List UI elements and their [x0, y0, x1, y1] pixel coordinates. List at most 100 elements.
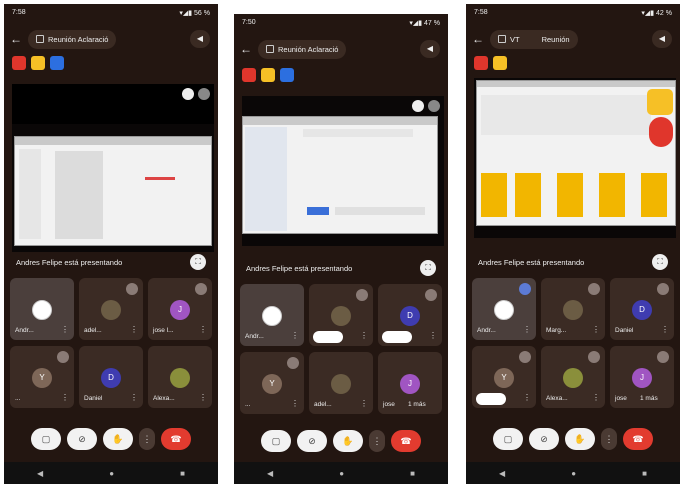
top-bar: ← Reunión Aclaració ◀: [234, 36, 448, 62]
participant-tile[interactable]: J jose 1 más: [610, 346, 674, 408]
meeting-title-pill[interactable]: Reunión Aclaració: [258, 39, 347, 59]
nav-recent-icon[interactable]: ■: [180, 469, 185, 478]
app-red-icon[interactable]: [12, 56, 26, 70]
avatar: J: [170, 300, 190, 320]
more-options-icon[interactable]: ⋮: [130, 325, 138, 334]
more-icon[interactable]: ⋮: [369, 430, 385, 452]
participant-tile[interactable]: Y ... ⋮: [10, 346, 74, 408]
more-options-icon[interactable]: ⋮: [199, 393, 207, 402]
nav-back-icon[interactable]: ◀: [37, 469, 43, 478]
participant-name: jose l...: [153, 327, 174, 334]
screen-share-area[interactable]: [12, 84, 214, 252]
more-options-icon[interactable]: ⋮: [61, 393, 69, 402]
status-icons: ▾◢▮ 42 %: [641, 10, 672, 17]
mic-off-icon[interactable]: ⊘: [529, 428, 559, 450]
fullscreen-icon[interactable]: ⛶: [652, 254, 668, 270]
nav-home-icon[interactable]: ●: [339, 469, 344, 478]
end-call-icon[interactable]: ☎: [623, 428, 653, 450]
participant-tile[interactable]: J jose l... ⋮: [148, 278, 212, 340]
fullscreen-icon[interactable]: ⛶: [190, 254, 206, 270]
mute-presenter-icon[interactable]: [428, 100, 440, 112]
fullscreen-icon[interactable]: ⛶: [420, 260, 436, 276]
nav-home-icon[interactable]: ●: [571, 469, 576, 478]
app-yellow-icon[interactable]: [261, 68, 275, 82]
muted-mic-icon: [425, 289, 437, 301]
avatar: J: [632, 368, 652, 388]
nav-recent-icon[interactable]: ■: [410, 469, 415, 478]
screen-share-area[interactable]: [474, 78, 676, 238]
more-options-icon[interactable]: ⋮: [592, 325, 600, 334]
end-call-icon[interactable]: ☎: [391, 430, 421, 452]
participant-tile[interactable]: Andr... ⋮: [240, 284, 304, 346]
speaker-icon[interactable]: ◀: [652, 30, 672, 48]
call-controls: ▢ ⊘ ✋ ⋮ ☎: [4, 424, 218, 454]
more-icon[interactable]: ⋮: [601, 428, 617, 450]
speaker-icon[interactable]: ◀: [190, 30, 210, 48]
participant-name: adel...: [84, 327, 102, 334]
back-icon[interactable]: ←: [10, 32, 28, 46]
more-options-icon[interactable]: ⋮: [199, 325, 207, 334]
participant-tile[interactable]: Alexa... ⋮: [541, 346, 605, 408]
raise-hand-icon[interactable]: ✋: [565, 428, 595, 450]
mute-presenter-icon[interactable]: [198, 88, 210, 100]
speaker-icon[interactable]: ◀: [420, 40, 440, 58]
app-blue-icon[interactable]: [50, 56, 64, 70]
camera-off-icon[interactable]: ▢: [31, 428, 61, 450]
status-bar: 7:58 ▾◢▮ 42 %: [466, 4, 680, 22]
app-blue-icon[interactable]: [280, 68, 294, 82]
end-call-icon[interactable]: ☎: [161, 428, 191, 450]
mic-off-icon[interactable]: ⊘: [297, 430, 327, 452]
more-options-icon[interactable]: ⋮: [61, 325, 69, 334]
camera-off-icon[interactable]: ▢: [493, 428, 523, 450]
nav-recent-icon[interactable]: ■: [642, 469, 647, 478]
participant-tile[interactable]: Marg... ⋮: [541, 278, 605, 340]
app-yellow-icon[interactable]: [493, 56, 507, 70]
presenting-caption: Andres Felipe está presentando: [246, 264, 353, 273]
participant-tile[interactable]: J jose 1 más: [378, 352, 442, 414]
pin-icon[interactable]: [412, 100, 424, 112]
camera-off-icon[interactable]: ▢: [261, 430, 291, 452]
more-options-icon[interactable]: ⋮: [360, 331, 368, 340]
status-bar: 7:58 ▾◢▮ 56 %: [4, 4, 218, 22]
more-icon[interactable]: ⋮: [139, 428, 155, 450]
more-options-icon[interactable]: ⋮: [130, 393, 138, 402]
app-red-icon[interactable]: [474, 56, 488, 70]
meeting-title-pill[interactable]: Reunión Aclaració: [28, 29, 117, 49]
more-options-icon[interactable]: ⋮: [291, 331, 299, 340]
back-icon[interactable]: ←: [472, 32, 490, 46]
muted-mic-icon: [588, 351, 600, 363]
avatar: D: [101, 368, 121, 388]
more-options-icon[interactable]: ⋮: [661, 325, 669, 334]
avatar: [563, 300, 583, 320]
app-red-icon[interactable]: [242, 68, 256, 82]
participant-tile[interactable]: Y ⋮: [472, 346, 536, 408]
nav-back-icon[interactable]: ◀: [267, 469, 273, 478]
more-options-icon[interactable]: ⋮: [592, 393, 600, 402]
participant-tile[interactable]: adel... ⋮: [79, 278, 143, 340]
app-yellow-icon[interactable]: [31, 56, 45, 70]
participant-tile[interactable]: Alexa... ⋮: [148, 346, 212, 408]
more-options-icon[interactable]: ⋮: [360, 399, 368, 408]
more-options-icon[interactable]: ⋮: [523, 393, 531, 402]
participant-tile[interactable]: ⋮: [309, 284, 373, 346]
raise-hand-icon[interactable]: ✋: [333, 430, 363, 452]
participant-tile[interactable]: D ⋮: [378, 284, 442, 346]
more-options-icon[interactable]: ⋮: [429, 331, 437, 340]
mic-off-icon[interactable]: ⊘: [67, 428, 97, 450]
participant-tile[interactable]: D Daniel ⋮: [610, 278, 674, 340]
more-options-icon[interactable]: ⋮: [291, 399, 299, 408]
app-shortcuts: [242, 68, 294, 82]
more-options-icon[interactable]: ⋮: [523, 325, 531, 334]
screen-share-area[interactable]: [242, 96, 444, 246]
participant-tile[interactable]: Y ... ⋮: [240, 352, 304, 414]
participant-tile[interactable]: D Daniel ⋮: [79, 346, 143, 408]
participant-tile[interactable]: adel... ⋮: [309, 352, 373, 414]
participant-tile[interactable]: Andr... ⋮: [472, 278, 536, 340]
nav-home-icon[interactable]: ●: [109, 469, 114, 478]
participant-tile[interactable]: Andr... ⋮: [10, 278, 74, 340]
meeting-title-pill[interactable]: VT Reunión: [490, 29, 578, 49]
nav-back-icon[interactable]: ◀: [499, 469, 505, 478]
pin-icon[interactable]: [182, 88, 194, 100]
raise-hand-icon[interactable]: ✋: [103, 428, 133, 450]
back-icon[interactable]: ←: [240, 42, 258, 56]
